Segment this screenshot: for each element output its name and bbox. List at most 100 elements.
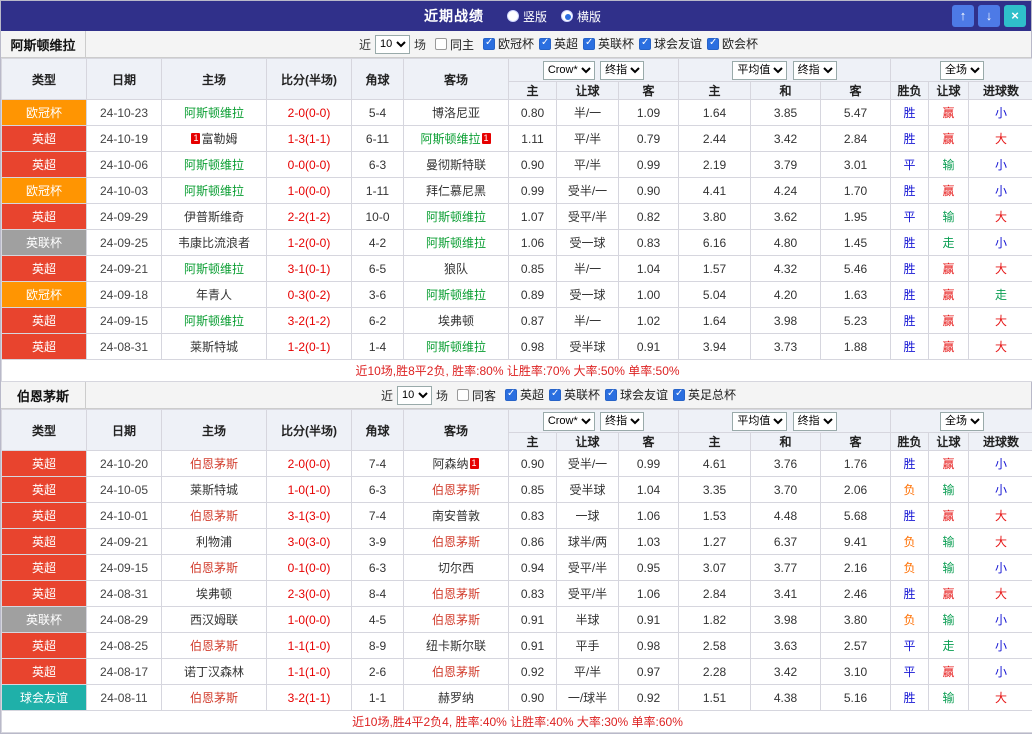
match-date: 24-09-21 <box>86 528 162 555</box>
checkbox-checked-icon[interactable] <box>639 37 652 50</box>
result-goals: 大 <box>967 125 1032 152</box>
league-filter-checkbox[interactable]: 英联杯 <box>583 35 634 52</box>
match-row: 英联杯 24-09-25 韦康比流浪者 1-2(0-0) 4-2 阿斯顿维拉 1.06 受一球… <box>1 229 1032 256</box>
same-venue-checkbox[interactable]: 同主 <box>434 36 474 53</box>
match-row: 英超 24-10-05 莱斯特城 1-0(1-0) 6-3 伯恩茅斯 0.85 受半球 1.04… <box>1 476 1032 503</box>
col-header-date: 日期 <box>86 409 162 451</box>
checkbox-unchecked-icon[interactable] <box>456 389 469 401</box>
league-badge: 欧冠杯 <box>1 99 87 126</box>
home-team-name: 阿斯顿维拉 <box>183 106 244 120</box>
col-header-type: 类型 <box>1 409 87 451</box>
league-filter-checkbox[interactable]: 英足总杯 <box>673 386 736 403</box>
away-team: 曼彻斯特联 <box>403 151 509 178</box>
away-team: 伯恩茅斯 <box>403 528 509 555</box>
checkbox-checked-icon[interactable] <box>504 388 517 401</box>
asian-final-select[interactable]: 终指 <box>600 411 645 431</box>
match-date: 24-09-18 <box>86 281 162 308</box>
euro-away-odds: 2.84 <box>820 125 891 152</box>
score: 1-0(0-0) <box>266 177 352 204</box>
league-badge: 英超 <box>1 333 87 360</box>
average-select[interactable]: 平均值 <box>732 411 788 431</box>
match-row: 欧冠杯 24-10-03 阿斯顿维拉 1-0(0-0) 1-11 拜仁慕尼黑 0.99 受半/… <box>1 177 1032 204</box>
match-row: 英超 24-08-25 伯恩茅斯 1-1(1-0) 8-9 纽卡斯尔联 0.91 平手 0.98… <box>1 632 1032 659</box>
league-filter-label: 英足总杯 <box>688 388 737 403</box>
move-up-button[interactable]: ↑ <box>952 5 974 27</box>
checkbox-checked-icon[interactable] <box>605 388 618 401</box>
euro-final-select[interactable]: 终指 <box>792 60 837 80</box>
recent-label: 近 <box>380 388 393 403</box>
away-team-name: 阿斯顿维拉 <box>425 236 486 250</box>
villa-results-table: 类型 日期 主场 比分(半场) 角球 客场 Crow* 终指 平均值 终指 全场… <box>0 58 1032 382</box>
scope-select[interactable]: 全场 <box>940 411 985 431</box>
average-select[interactable]: 平均值 <box>732 60 788 80</box>
col-header-type: 类型 <box>1 58 87 100</box>
match-row: 英超 24-09-15 伯恩茅斯 0-1(0-0) 6-3 切尔西 0.94 受平/半 0.95… <box>1 554 1032 581</box>
checkbox-checked-icon[interactable] <box>482 37 495 50</box>
result-handicap: 赢 <box>928 307 969 334</box>
radio-vertical-layout[interactable]: 竖版 <box>506 8 547 25</box>
result-goals: 大 <box>967 502 1032 529</box>
radio-horizontal-layout[interactable]: 横版 <box>561 8 601 25</box>
col-header-corner: 角球 <box>351 58 404 100</box>
away-team: 埃弗顿 <box>403 307 509 334</box>
ah-line: 半/一 <box>556 255 619 282</box>
league-filter-checkbox[interactable]: 欧冠杯 <box>482 35 534 52</box>
checkbox-checked-icon[interactable] <box>549 388 561 401</box>
corners: 4-2 <box>351 229 404 256</box>
euro-draw-odds: 4.48 <box>750 502 821 529</box>
result-goals: 小 <box>967 151 1032 178</box>
league-filter-checkbox[interactable]: 球会友谊 <box>639 35 702 52</box>
score: 1-3(1-1) <box>266 125 352 152</box>
match-row: 英超 24-09-29 伊普斯维奇 2-2(1-2) 10-0 阿斯顿维拉 1.07 受平/半… <box>1 203 1032 230</box>
away-team-name: 阿斯顿维拉 <box>425 288 486 302</box>
radio-icon[interactable] <box>561 10 573 22</box>
league-filter-checkbox[interactable]: 球会友谊 <box>605 386 668 403</box>
euro-final-select[interactable]: 终指 <box>792 411 837 431</box>
league-filter-checkbox[interactable]: 英联杯 <box>549 386 600 403</box>
move-down-button[interactable]: ↓ <box>978 5 1000 27</box>
league-filter-checkbox[interactable]: 英超 <box>539 35 578 52</box>
recent-count-select[interactable]: 10 <box>396 385 432 405</box>
same-venue-checkbox[interactable]: 同客 <box>456 387 496 404</box>
euro-away-odds: 9.41 <box>820 528 891 555</box>
euro-home-odds: 4.61 <box>678 450 751 477</box>
checkbox-checked-icon[interactable] <box>707 37 720 50</box>
euro-home-odds: 1.82 <box>678 606 751 633</box>
result-outcome: 胜 <box>890 177 929 204</box>
euro-home-odds: 4.41 <box>678 177 751 204</box>
scope-select[interactable]: 全场 <box>940 60 985 80</box>
result-outcome: 胜 <box>890 255 929 282</box>
checkbox-unchecked-icon[interactable] <box>434 38 447 50</box>
away-team: 伯恩茅斯 <box>403 658 509 685</box>
league-filter-checkbox[interactable]: 英超 <box>504 386 544 403</box>
away-team: 阿斯顿维拉 <box>403 229 509 256</box>
result-outcome: 平 <box>890 658 929 685</box>
checkbox-checked-icon[interactable] <box>583 37 596 50</box>
result-handicap: 输 <box>928 606 969 633</box>
euro-draw-odds: 4.38 <box>750 684 821 711</box>
asian-final-select[interactable]: 终指 <box>600 60 645 80</box>
result-outcome: 平 <box>890 203 929 230</box>
match-date: 24-08-17 <box>86 658 162 685</box>
home-team: 阿斯顿维拉 <box>161 177 267 204</box>
league-filter-label: 英联杯 <box>598 37 635 52</box>
checkbox-checked-icon[interactable] <box>673 388 686 401</box>
corners: 1-11 <box>351 177 404 204</box>
result-outcome: 胜 <box>890 307 929 334</box>
red-card-badge: 1 <box>191 133 201 144</box>
bookmaker-select[interactable]: Crow* <box>542 411 595 431</box>
bookmaker-select[interactable]: Crow* <box>542 60 595 80</box>
ah-line: 平/半 <box>556 125 619 152</box>
away-team-name: 赫罗纳 <box>437 691 474 705</box>
result-outcome: 胜 <box>890 99 929 126</box>
league-filter-checkbox[interactable]: 欧会杯 <box>707 35 758 52</box>
close-button[interactable]: × <box>1004 5 1026 27</box>
ah-line: 一球 <box>556 502 619 529</box>
away-team: 阿森纳 1 <box>403 450 509 477</box>
checkbox-checked-icon[interactable] <box>539 37 551 50</box>
recent-count-select[interactable]: 10 <box>374 34 410 54</box>
score: 3-0(3-0) <box>266 528 352 555</box>
league-filters: 欧冠杯 英超 英联杯 球会友谊 欧会杯 <box>478 35 758 53</box>
home-team-name: 伊普斯维奇 <box>183 210 244 224</box>
radio-icon[interactable] <box>506 10 519 22</box>
